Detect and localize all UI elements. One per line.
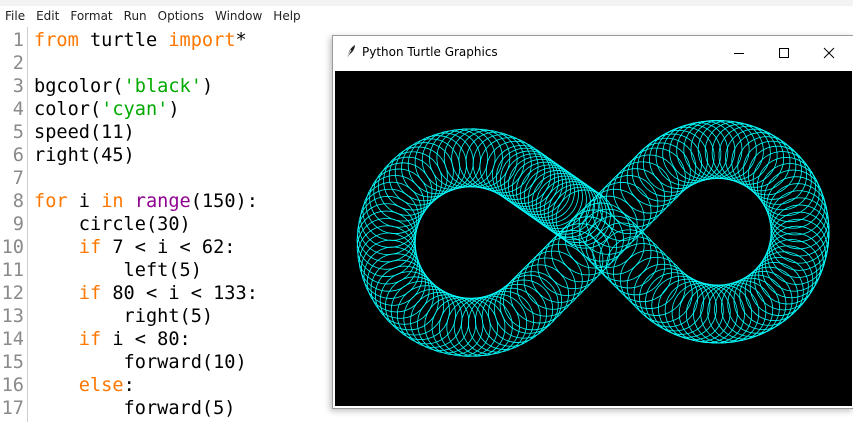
code-token: 80 < i < 133: [101, 283, 258, 304]
line-number: 16 [1, 375, 24, 396]
maximize-button[interactable] [761, 36, 806, 69]
close-icon [823, 47, 834, 58]
line-code: if 7 < i < 62: [34, 236, 236, 259]
code-token: 'cyan' [101, 99, 169, 120]
maximize-icon [778, 47, 789, 58]
code-token: if [78, 237, 102, 258]
line-number: 5 [12, 122, 24, 143]
code-token: i [67, 191, 102, 212]
menu-options[interactable]: Options [152, 6, 209, 26]
line-code: color('cyan') [34, 98, 180, 121]
code-token: speed(11) [34, 122, 135, 143]
line-number: 17 [1, 398, 24, 419]
line-number: 11 [1, 260, 24, 281]
line-number: 3 [12, 76, 24, 97]
title-bar[interactable]: Python Turtle Graphics [333, 36, 853, 69]
code-token: forward(5) [34, 398, 236, 419]
menu-file[interactable]: File [0, 6, 30, 26]
minimize-icon [733, 52, 744, 54]
code-token: if [78, 329, 102, 350]
code-token: else [78, 375, 124, 396]
code-token: if [78, 283, 102, 304]
line-code: for i in range(150): [34, 190, 258, 213]
code-token: import [168, 30, 236, 51]
line-code: forward(10) [34, 351, 247, 374]
line-number: 10 [1, 237, 24, 258]
menu-bar: File Edit Format Run Options Window Help [0, 6, 853, 26]
turtle-canvas [335, 71, 852, 406]
code-token: for [34, 191, 68, 212]
line-code: if i < 80: [34, 328, 191, 351]
code-token: 7 < i < 62: [101, 237, 236, 258]
line-code: bgcolor('black') [34, 75, 213, 98]
close-button[interactable] [806, 36, 851, 69]
code-token: ) [201, 76, 214, 97]
line-number: 12 [1, 283, 24, 304]
code-token: left(5) [34, 260, 202, 281]
line-number: 14 [1, 329, 24, 350]
menu-edit[interactable]: Edit [30, 6, 64, 26]
line-number: 1 [12, 30, 24, 51]
line-code: from turtle import* [34, 29, 247, 52]
code-token: * [235, 30, 247, 51]
line-code: right(5) [34, 305, 214, 328]
line-number: 7 [12, 168, 24, 189]
menu-window[interactable]: Window [209, 6, 267, 26]
code-token: color( [34, 99, 102, 120]
minimize-button[interactable] [716, 36, 761, 69]
line-number: 6 [12, 145, 24, 166]
code-token: forward(10) [34, 352, 247, 373]
line-code: right(45) [34, 144, 135, 167]
line-number: 15 [1, 352, 24, 373]
code-token: from [34, 30, 79, 51]
turtle-graphics-window[interactable]: Python Turtle Graphics [332, 35, 853, 409]
code-token: ) [168, 99, 180, 120]
line-code: forward(5) [34, 397, 236, 420]
line-number: 4 [12, 99, 24, 120]
code-token: i < 80: [101, 329, 191, 350]
code-token: right(5) [34, 306, 214, 327]
line-code: if 80 < i < 133: [34, 282, 258, 305]
code-token: (150): [190, 191, 258, 212]
line-number: 8 [12, 191, 24, 212]
code-token: : [123, 375, 135, 396]
code-token: 'black' [123, 76, 202, 97]
code-token: turtle [78, 30, 169, 51]
line-code: circle(30) [34, 213, 191, 236]
line-code: speed(11) [34, 121, 135, 144]
feather-icon [345, 45, 355, 60]
line-number: 2 [12, 53, 24, 74]
menu-format[interactable]: Format [64, 6, 117, 26]
code-token: in [101, 191, 124, 212]
window-title: Python Turtle Graphics [362, 45, 498, 59]
line-code: left(5) [34, 259, 202, 282]
line-code: else: [34, 374, 135, 397]
line-number: 13 [1, 306, 24, 327]
menu-help[interactable]: Help [267, 6, 305, 26]
code-token: circle(30) [34, 214, 191, 235]
code-token: bgcolor( [34, 76, 124, 97]
menu-run[interactable]: Run [118, 6, 152, 26]
code-token: range [134, 191, 191, 212]
line-number: 9 [12, 214, 24, 235]
code-token: right(45) [34, 145, 135, 166]
